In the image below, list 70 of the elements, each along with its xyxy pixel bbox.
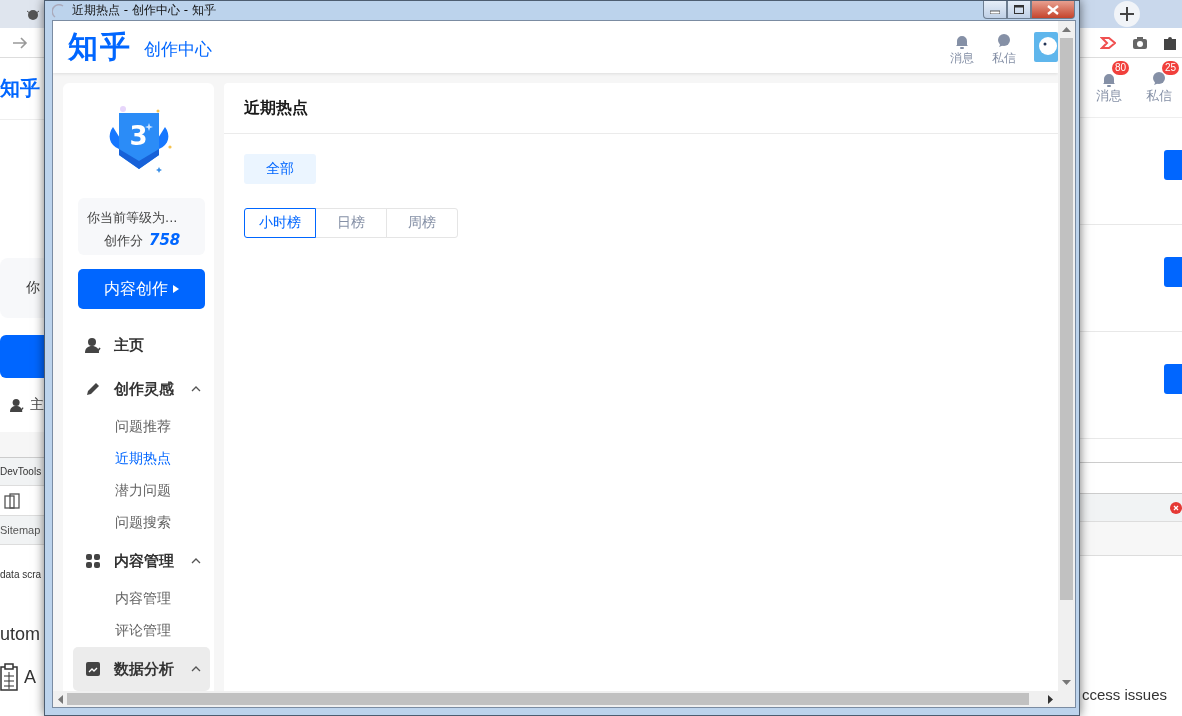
pencil-icon — [85, 381, 101, 397]
minimize-button[interactable] — [983, 1, 1007, 19]
nav-item[interactable]: 创作灵感 — [73, 367, 210, 411]
close-button[interactable] — [1031, 1, 1075, 19]
notification-label[interactable]: 私信 — [1146, 86, 1172, 105]
text-snippet: data scra — [0, 568, 42, 582]
maximize-button[interactable] — [1007, 1, 1031, 19]
issues-text: ccess issues — [1081, 686, 1169, 703]
ranking-tab[interactable]: 日榜 — [315, 208, 387, 238]
heading: utom — [0, 623, 41, 646]
nav-item[interactable]: 主页 — [73, 323, 210, 367]
chart-icon — [85, 661, 101, 677]
ranking-tab[interactable]: 小时榜 — [244, 208, 316, 238]
person-icon — [10, 397, 24, 413]
nav-item[interactable]: 主 — [30, 396, 44, 414]
maximize-icon — [1014, 5, 1024, 14]
level-text: 你当前等级为... — [87, 209, 179, 227]
device-toggle-icon[interactable] — [4, 492, 20, 509]
count-badge: 25 — [1162, 60, 1180, 75]
chevron-up-icon[interactable] — [191, 386, 201, 392]
nav-subitem[interactable]: 近期热点 — [63, 443, 214, 475]
forward-arrow-icon[interactable] — [12, 35, 28, 50]
score-value: 758 — [149, 231, 181, 249]
nav-subitem[interactable]: 内容管理 — [63, 583, 214, 615]
score-label: 创作分 — [104, 232, 143, 250]
count-badge: 80 — [1112, 60, 1130, 75]
window-title: 近期热点 - 创作中心 - 知乎 — [72, 2, 217, 19]
error-icon — [1170, 501, 1182, 514]
bug-icon — [26, 7, 40, 21]
header-action[interactable]: 私信 — [992, 50, 1016, 67]
level-text: 你 — [26, 279, 40, 297]
new-tab-button[interactable] — [1114, 1, 1140, 27]
devtools-title: DevTools — [0, 466, 42, 477]
chevron-up-icon[interactable] — [191, 558, 201, 564]
site-subtitle[interactable]: 创作中心 — [144, 37, 950, 61]
header-action[interactable]: 消息 — [950, 50, 974, 67]
chat-icon[interactable] — [1151, 70, 1167, 87]
bell-icon[interactable] — [954, 33, 970, 49]
plus-icon — [1120, 7, 1134, 21]
nav-item[interactable]: 内容管理 — [73, 539, 210, 583]
play-icon[interactable] — [1100, 35, 1116, 50]
camera-icon[interactable] — [1132, 35, 1148, 50]
scroll-up-arrow-icon[interactable] — [1062, 26, 1071, 32]
chat-icon[interactable] — [996, 33, 1012, 49]
level-number: 3 — [128, 121, 149, 151]
caret-icon — [173, 285, 179, 294]
scroll-left-arrow-icon[interactable] — [57, 694, 63, 704]
filter-chip[interactable]: 全部 — [244, 154, 316, 184]
scrollbar-thumb[interactable] — [67, 693, 1029, 705]
scroll-down-arrow-icon[interactable] — [1062, 680, 1071, 686]
page-icon — [52, 3, 66, 18]
logo[interactable]: 知乎 — [0, 75, 40, 102]
logo[interactable]: 知乎 — [68, 26, 132, 68]
nav-subitem[interactable]: 问题推荐 — [63, 411, 214, 443]
nav-subitem[interactable]: 问题搜索 — [63, 507, 214, 539]
notification-label[interactable]: 消息 — [1096, 86, 1122, 105]
person-icon — [85, 337, 101, 353]
create-button[interactable]: 内容创作 — [78, 269, 205, 309]
scrollbar-thumb[interactable] — [1060, 38, 1073, 600]
page-title: 近期热点 — [224, 83, 1058, 134]
list-item-title: A — [24, 666, 36, 688]
ranking-tab[interactable]: 周榜 — [386, 208, 458, 238]
chevron-up-icon[interactable] — [191, 666, 201, 672]
grid-icon — [85, 553, 101, 569]
nav-item[interactable]: 数据分析 — [73, 647, 210, 691]
nav-subitem[interactable]: 潜力问题 — [63, 475, 214, 507]
nav-subitem[interactable]: 评论管理 — [63, 615, 214, 647]
close-icon — [1047, 4, 1059, 15]
avatar-icon[interactable] — [1034, 32, 1058, 62]
scroll-right-arrow-icon[interactable] — [1048, 694, 1054, 704]
